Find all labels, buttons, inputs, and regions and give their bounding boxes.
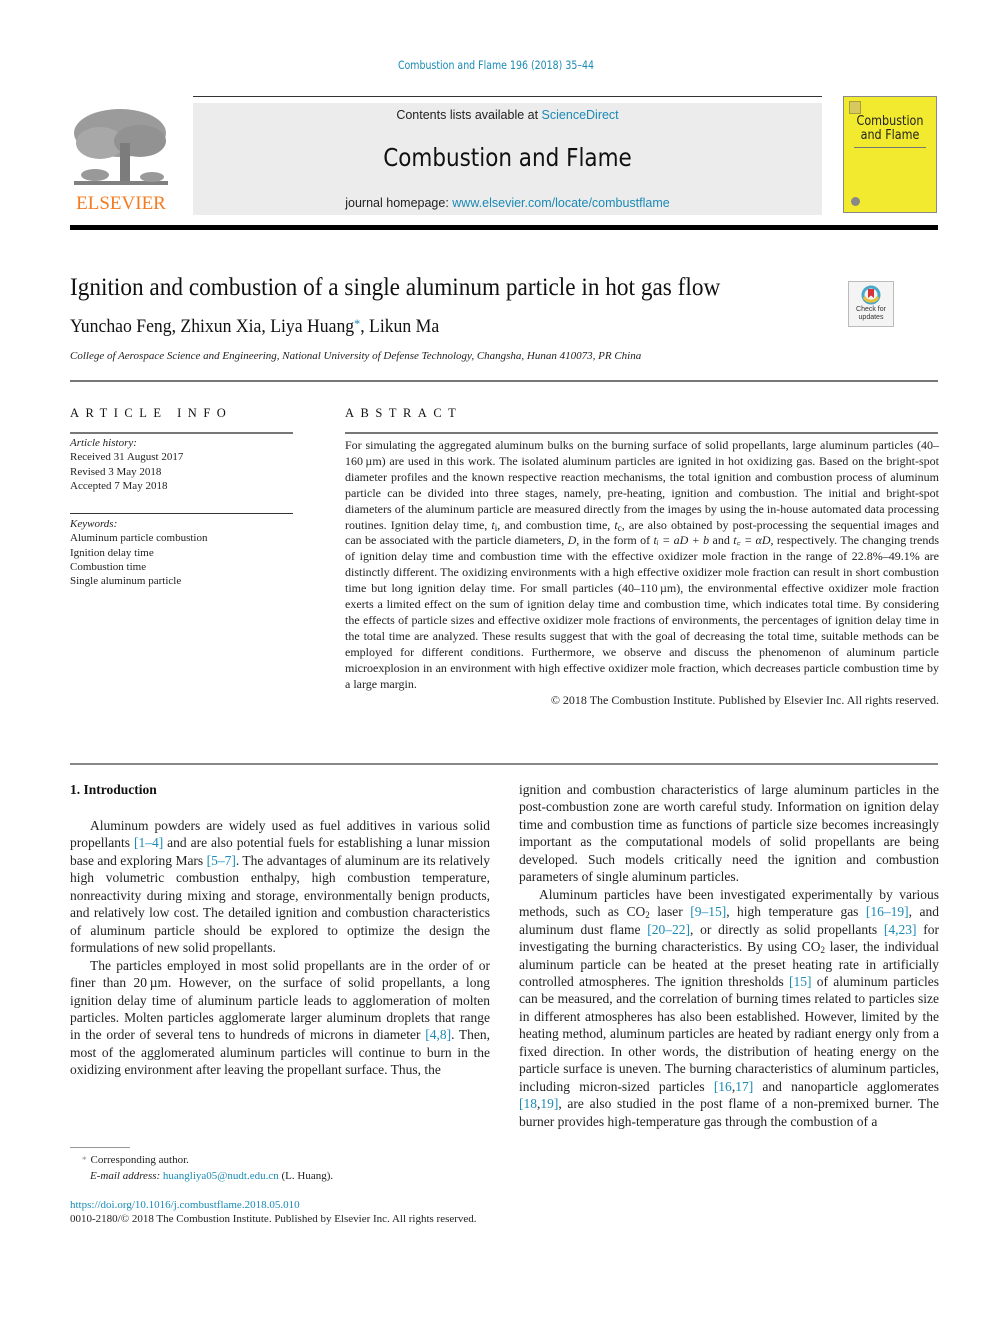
abstract-seg: and (709, 533, 734, 548)
citation-link[interactable]: [1–4] (134, 835, 163, 850)
elsevier-logo[interactable]: ELSEVIER (70, 103, 172, 215)
running-head[interactable]: Combustion and Flame 196 (2018) 35–44 (89, 58, 902, 72)
check-for-updates-icon (861, 285, 881, 305)
text-seg: laser (649, 904, 691, 920)
journal-banner: Contents lists available at ScienceDirec… (193, 103, 822, 215)
keyword-item: Single aluminum particle (70, 575, 182, 588)
contents-line: Contents lists available at ScienceDirec… (193, 108, 822, 122)
keyword-item: Aluminum particle combustion (70, 532, 208, 545)
header-rule (193, 96, 822, 97)
check-for-updates-button[interactable]: Check for updates (848, 281, 894, 327)
cover-title-line2: and Flame (860, 128, 920, 143)
cfu-line1: Check for (856, 306, 886, 313)
cover-elsevier-icon (849, 101, 861, 114)
cover-title-line1: Combustion (856, 114, 924, 129)
article-info-heading: ARTICLE INFO (70, 406, 233, 420)
paragraph: Aluminum powders are widely used as fuel… (70, 817, 490, 957)
email-label: E-mail address: (90, 1169, 163, 1182)
keywords: Keywords: Aluminum particle combustion I… (70, 517, 295, 588)
abstract-rule (345, 432, 938, 434)
email-line: E-mail address: huangliya05@nudt.edu.cn … (70, 1169, 333, 1185)
equation-ti: tᵢ = aD + b (653, 533, 710, 548)
footnote-rule (70, 1147, 130, 1148)
article-info-rule (70, 432, 293, 434)
contents-prefix: Contents lists available at (396, 108, 542, 122)
history-label: Article history: (70, 437, 137, 449)
cover-title: Combustion and Flame (850, 115, 929, 143)
citation-link[interactable]: [9–15] (690, 904, 726, 919)
citation-link[interactable]: 17] (735, 1079, 753, 1094)
corresponding-author-note: * Corresponding author. (70, 1153, 333, 1169)
paragraph: The particles employed in most solid pro… (70, 957, 490, 1079)
citation-link[interactable]: [16 (714, 1079, 732, 1094)
citation-link[interactable]: [5–7] (207, 853, 236, 868)
issn-copyright: 0010-2180/© 2018 The Combustion Institut… (70, 1213, 477, 1225)
abstract-seg: , and combustion time, (497, 517, 615, 532)
tree-icon (74, 109, 168, 185)
homepage-line: journal homepage: www.elsevier.com/locat… (193, 196, 822, 210)
citation-link[interactable]: [4,8] (425, 1027, 451, 1042)
authors-main: Yunchao Feng, Zhixun Xia, Liya Huang (70, 316, 355, 337)
paragraph: Aluminum particles have been investigate… (519, 886, 939, 1129)
citation-link[interactable]: [4,23] (884, 922, 917, 937)
journal-cover-thumbnail[interactable]: Combustion and Flame (843, 96, 937, 213)
citation-link[interactable]: [16–19] (866, 904, 909, 919)
email-link[interactable]: huangliya05@nudt.edu.cn (163, 1170, 279, 1182)
paragraph: ignition and combustion characteristics … (519, 782, 939, 885)
masthead-rule (70, 225, 938, 230)
elsevier-wordmark: ELSEVIER (76, 193, 166, 214)
text-seg: , high temperature gas (726, 904, 866, 920)
history-revised: Revised 3 May 2018 (70, 465, 162, 478)
body-column-right: ignition and combustion characteristics … (519, 781, 939, 1130)
text-seg: and nanoparticle agglomerates (753, 1078, 939, 1094)
text-seg: , or directly as solid propellants (690, 921, 884, 937)
article-history: Article history: Received 31 August 2017… (70, 436, 295, 493)
corresponding-text: Corresponding author. (90, 1154, 189, 1166)
abstract-text: For simulating the aggregated aluminum b… (345, 438, 939, 693)
article-title: Ignition and combustion of a single alum… (70, 274, 721, 301)
affiliation: College of Aerospace Science and Enginee… (70, 350, 642, 362)
author-list: Yunchao Feng, Zhixun Xia, Liya Huang*, L… (70, 316, 439, 338)
body-column-left: Aluminum powders are widely used as fuel… (70, 817, 490, 1079)
check-for-updates-label: Check for updates (849, 306, 893, 322)
email-suffix: (L. Huang). (278, 1169, 334, 1182)
footnote-mark: * (82, 1155, 87, 1165)
journal-name: Combustion and Flame (383, 143, 632, 172)
section-heading-introduction: 1. Introduction (70, 782, 157, 797)
homepage-prefix: journal homepage: (345, 196, 453, 210)
d-symbol: D (567, 533, 577, 548)
cover-seal-icon (851, 197, 860, 206)
doi-block: https://doi.org/10.1016/j.combustflame.2… (70, 1198, 477, 1226)
footnote: * Corresponding author. E-mail address: h… (70, 1153, 333, 1184)
citation-link[interactable]: [15] (789, 974, 812, 989)
cfu-line2: updates (858, 314, 884, 321)
keywords-rule (70, 513, 293, 514)
history-received: Received 31 August 2017 (70, 451, 184, 464)
section-divider (70, 380, 938, 382)
journal-homepage-link[interactable]: www.elsevier.com/locate/combustflame (452, 196, 669, 210)
body-divider (70, 763, 938, 765)
keyword-item: Combustion time (70, 560, 147, 573)
history-accepted: Accepted 7 May 2018 (70, 479, 168, 492)
text-seg: . The advantages of aluminum are its rel… (70, 852, 491, 956)
doi-link[interactable]: https://doi.org/10.1016/j.combustflame.2… (70, 1199, 300, 1211)
abstract-seg: , respectively. The changing trends of i… (345, 533, 939, 691)
abstract-seg: , in the form of (576, 533, 654, 548)
text-seg: , are also studied in the post flame of … (519, 1096, 939, 1129)
cover-subtitle-rule (854, 147, 926, 148)
keyword-item: Ignition delay time (70, 546, 154, 559)
citation-link[interactable]: [20–22] (647, 922, 690, 937)
citation-link[interactable]: 19] (540, 1096, 558, 1111)
keywords-label: Keywords: (70, 518, 118, 530)
abstract-heading: ABSTRACT (345, 406, 463, 420)
authors-last: , Likun Ma (360, 316, 440, 337)
abstract-copyright: © 2018 The Combustion Institute. Publish… (550, 692, 939, 707)
sciencedirect-link[interactable]: ScienceDirect (542, 108, 619, 122)
abstract-body: For simulating the aggregated aluminum b… (345, 438, 939, 708)
citation-link[interactable]: [18 (519, 1096, 537, 1111)
text-seg: of aluminum particles can be measured, a… (519, 973, 939, 1094)
equation-tc: t꜀ = αD (733, 533, 771, 548)
